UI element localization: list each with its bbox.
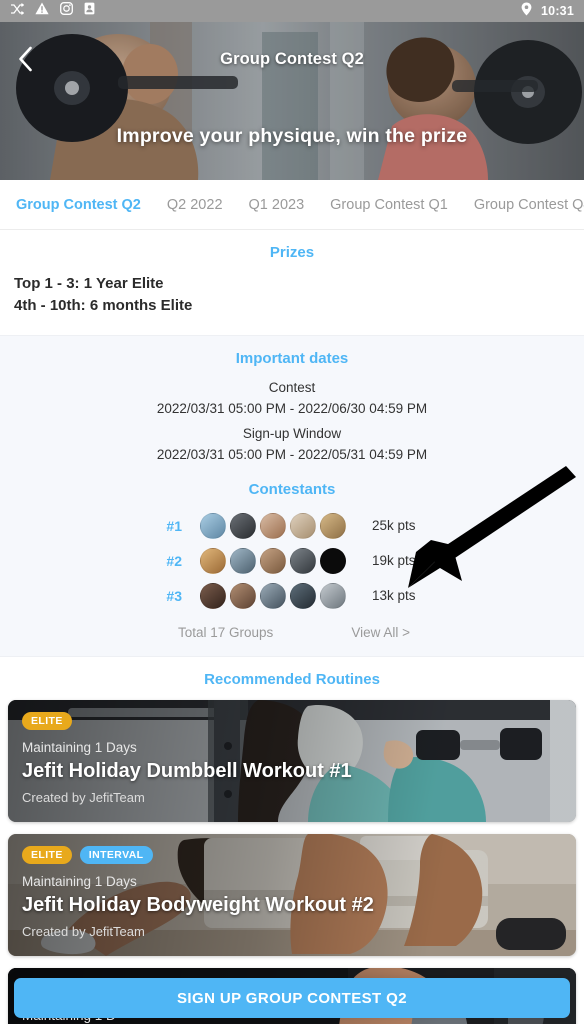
- avatar: [230, 582, 256, 609]
- avatar: [320, 582, 346, 609]
- tab-group-contest-q1[interactable]: Group Contest Q1: [330, 197, 448, 213]
- avatar: [320, 512, 346, 539]
- signup-window-label: Sign-up Window: [242, 426, 342, 441]
- contestant-row[interactable]: #3 13k pts: [0, 578, 584, 613]
- contestant-points: 19k pts: [372, 553, 416, 568]
- avatar: [230, 512, 256, 539]
- contest-date-label: Contest: [268, 380, 316, 395]
- recommended-routines-title: Recommended Routines: [204, 671, 380, 688]
- routine-card-author: Created by JefitTeam: [22, 790, 145, 805]
- routine-card[interactable]: ELITE Maintaining 1 Days Jefit Holiday D…: [8, 700, 576, 822]
- status-bar-left-icons: [10, 2, 95, 20]
- hero-tagline: Improve your physique, win the prize: [116, 125, 468, 147]
- avatar: [200, 582, 226, 609]
- contestant-avatars: [200, 582, 346, 609]
- avatar: [290, 547, 316, 574]
- routine-card-title: Jefit Holiday Bodyweight Workout #2: [22, 894, 374, 916]
- routine-card-badges: ELITE: [22, 712, 72, 730]
- routine-card-badges: ELITE INTERVAL: [22, 846, 153, 864]
- badge-elite: ELITE: [22, 846, 72, 864]
- tab-group-contest-q4[interactable]: Group Contest Q4: [474, 197, 584, 213]
- warning-triangle-icon: [35, 2, 49, 20]
- avatar: [200, 512, 226, 539]
- contestant-rank: #2: [166, 552, 182, 569]
- contestant-avatars: [200, 547, 346, 574]
- prizes-title: Prizes: [269, 244, 315, 261]
- badge-elite: ELITE: [22, 712, 72, 730]
- contestant-rank: #1: [166, 517, 182, 534]
- contest-tab-bar[interactable]: Group Contest Q2 Q2 2022 Q1 2023 Group C…: [0, 180, 584, 230]
- tab-group-contest-q2[interactable]: Group Contest Q2: [16, 197, 141, 213]
- signup-date-block: Sign-up Window 2022/03/31 05:00 PM - 202…: [0, 423, 584, 465]
- signup-button[interactable]: SIGN UP GROUP CONTEST Q2: [14, 978, 570, 1018]
- important-dates-section: Important dates Contest 2022/03/31 05:00…: [0, 335, 584, 657]
- contest-date-block: Contest 2022/03/31 05:00 PM - 2022/06/30…: [0, 377, 584, 419]
- contestants-list: #1 25k pts #2 19k pts #3 13k pts: [0, 508, 584, 613]
- status-bar-right: 10:31: [521, 2, 574, 21]
- avatar: [290, 582, 316, 609]
- contest-date-range: 2022/03/31 05:00 PM - 2022/06/30 04:59 P…: [156, 401, 428, 416]
- hero-background-image: [0, 22, 584, 180]
- avatar: [260, 512, 286, 539]
- avatar: [290, 512, 316, 539]
- avatar: [200, 547, 226, 574]
- routine-card[interactable]: ELITE INTERVAL Maintaining 1 Days Jefit …: [8, 834, 576, 956]
- status-bar-clock: 10:31: [541, 4, 574, 18]
- view-all-link[interactable]: View All >: [351, 625, 410, 640]
- tab-q1-2023[interactable]: Q1 2023: [249, 197, 305, 213]
- page-title: Group Contest Q2: [220, 50, 364, 68]
- avatar: [260, 547, 286, 574]
- routine-card-title: Jefit Holiday Dumbbell Workout #1: [22, 760, 352, 782]
- signup-cta-container: SIGN UP GROUP CONTEST Q2: [0, 978, 584, 1018]
- contestant-avatars: [200, 512, 346, 539]
- routine-card-author: Created by JefitTeam: [22, 924, 145, 939]
- signup-window-range: 2022/03/31 05:00 PM - 2022/05/31 04:59 P…: [156, 447, 428, 462]
- contestant-points: 25k pts: [372, 518, 416, 533]
- routine-card-meta: Maintaining 1 Days: [22, 874, 137, 889]
- total-groups-label: Total 17 Groups: [178, 625, 274, 640]
- prize-line-1: Top 1 - 3: 1 Year Elite: [14, 275, 164, 292]
- location-pin-icon: [521, 2, 532, 21]
- badge-interval: INTERVAL: [79, 846, 153, 864]
- tab-q2-2022[interactable]: Q2 2022: [167, 197, 223, 213]
- document-icon: [84, 2, 95, 20]
- important-dates-title: Important dates: [235, 350, 349, 367]
- status-bar: 10:31: [0, 0, 584, 22]
- shuffle-icon: [10, 2, 25, 20]
- contestant-rank: #3: [166, 587, 182, 604]
- instagram-icon: [60, 2, 73, 20]
- contestants-title: Contestants: [248, 481, 336, 498]
- app-screen: 10:31 Group Contest Q2 Improve your phys…: [0, 0, 584, 1024]
- contestant-points: 13k pts: [372, 588, 416, 603]
- contestant-row[interactable]: #1 25k pts: [0, 508, 584, 543]
- prizes-list: Top 1 - 3: 1 Year Elite 4th - 10th: 6 mo…: [0, 273, 584, 317]
- avatar: [260, 582, 286, 609]
- avatar: [320, 547, 346, 574]
- routine-card-meta: Maintaining 1 Days: [22, 740, 137, 755]
- avatar: [230, 547, 256, 574]
- contestants-footer: Total 17 Groups View All >: [0, 625, 584, 640]
- contestant-row[interactable]: #2 19k pts: [0, 543, 584, 578]
- hero-banner: Group Contest Q2 Improve your physique, …: [0, 22, 584, 180]
- recommended-routines-section: Recommended Routines ELITE Maintaining 1…: [0, 657, 584, 1024]
- prize-line-2: 4th - 10th: 6 months Elite: [14, 297, 193, 314]
- prizes-section: Prizes Top 1 - 3: 1 Year Elite 4th - 10t…: [0, 230, 584, 335]
